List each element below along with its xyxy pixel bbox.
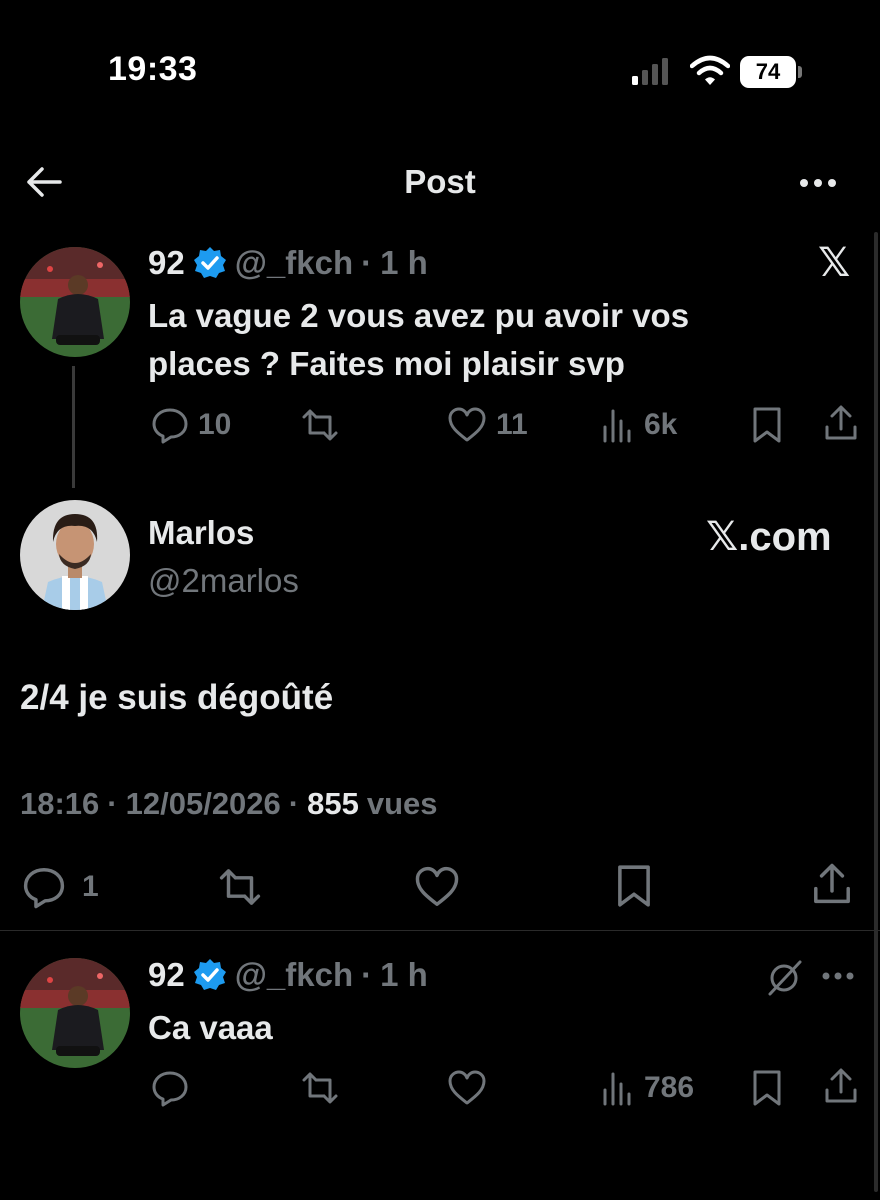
separator-dot: ·	[288, 786, 300, 821]
reply-button[interactable]: 10	[150, 405, 231, 445]
author-name[interactable]: 92	[148, 956, 185, 994]
back-arrow-icon[interactable]	[24, 164, 64, 200]
main-tweet-text: 2/4 je suis dégoûté	[20, 678, 334, 717]
main-repost-icon[interactable]	[214, 864, 266, 910]
views-label: vues	[366, 786, 438, 821]
parent-tweet-header: 92 @_fkch · 1 h	[148, 244, 428, 282]
author-handle[interactable]: @_fkch	[235, 956, 353, 994]
tweet-time[interactable]: 1 h	[380, 244, 428, 282]
main-author-handle[interactable]: @2marlos	[148, 562, 299, 600]
parent-tweet-line-1: La vague 2 vous avez pu avoir vos	[148, 297, 690, 334]
reply-count: 10	[198, 408, 232, 441]
avatar-marlos[interactable]	[20, 500, 130, 610]
reply-views-button[interactable]: 786	[600, 1068, 694, 1108]
reply-icon[interactable]	[150, 1068, 190, 1108]
battery-indicator: 74	[740, 56, 802, 88]
main-bookmark-icon[interactable]	[614, 862, 654, 910]
views-count[interactable]: 855	[307, 786, 359, 822]
author-name[interactable]: 92	[148, 244, 185, 282]
main-share-icon[interactable]	[810, 860, 854, 908]
parent-tweet-text: La vague 2 vous avez pu avoir vos places…	[148, 292, 828, 388]
tweet-time[interactable]: 1 h	[380, 956, 428, 994]
reply-count: 1	[82, 870, 99, 903]
tweet-date[interactable]: 12/05/2026	[126, 786, 281, 822]
avatar-image	[20, 958, 130, 1068]
status-time: 19:33	[108, 50, 198, 88]
heart-icon	[448, 407, 486, 442]
share-icon[interactable]	[822, 403, 860, 443]
analytics-icon	[603, 409, 631, 443]
author-handle[interactable]: @_fkch	[235, 244, 353, 282]
battery-level: 74	[740, 56, 796, 88]
heart-icon[interactable]	[446, 1068, 488, 1108]
like-count: 11	[496, 408, 528, 441]
tweet-meta: 18:16 · 12/05/2026 · 855 vues	[20, 786, 438, 822]
verified-badge-icon	[193, 959, 226, 990]
view-count: 6k	[644, 408, 678, 441]
separator-dot: ·	[361, 956, 373, 993]
reply-tweet-text: Ca vaaa	[148, 1009, 273, 1046]
scrollbar[interactable]	[874, 232, 878, 1192]
cellular-signal-icon	[632, 58, 668, 85]
separator-dot: ·	[361, 244, 373, 281]
avatar-image	[20, 500, 130, 610]
wifi-icon	[690, 55, 730, 85]
divider	[0, 930, 880, 931]
tweet-time[interactable]: 18:16	[20, 786, 99, 822]
bookmark-icon[interactable]	[750, 1068, 784, 1108]
repost-button[interactable]	[298, 405, 342, 445]
reply-tweet-header: 92 @_fkch · 1 h	[148, 956, 428, 994]
battery-nub	[798, 66, 802, 78]
verified-badge-icon	[193, 247, 226, 278]
view-count: 786	[644, 1071, 695, 1104]
page-title: Post	[404, 163, 476, 200]
x-logo-icon: 𝕏	[818, 241, 851, 285]
repost-icon[interactable]	[298, 1068, 342, 1108]
avatar-92[interactable]	[20, 247, 130, 357]
main-reply-button[interactable]: 1	[20, 864, 99, 910]
reply-icon	[152, 408, 188, 444]
repost-icon	[302, 409, 338, 441]
main-heart-icon[interactable]	[412, 864, 462, 910]
bookmark-icon[interactable]	[750, 405, 784, 445]
thread-connector-line	[72, 366, 75, 488]
avatar-92[interactable]	[20, 958, 130, 1068]
main-author-name[interactable]: Marlos	[148, 514, 254, 552]
parent-tweet-line-2: places ? Faites moi plaisir svp	[148, 345, 625, 382]
reply-icon	[23, 868, 65, 909]
separator-dot: ·	[107, 786, 118, 821]
avatar-image	[20, 247, 130, 357]
x-com-source: 𝕏.com	[706, 515, 832, 559]
reply-more-options-icon[interactable]	[818, 962, 858, 990]
like-button[interactable]: 11	[446, 405, 528, 445]
more-options-icon[interactable]	[796, 168, 840, 198]
share-icon[interactable]	[822, 1066, 860, 1106]
grok-icon[interactable]	[764, 958, 804, 998]
views-button[interactable]: 6k	[600, 405, 677, 445]
analytics-icon	[603, 1072, 631, 1106]
